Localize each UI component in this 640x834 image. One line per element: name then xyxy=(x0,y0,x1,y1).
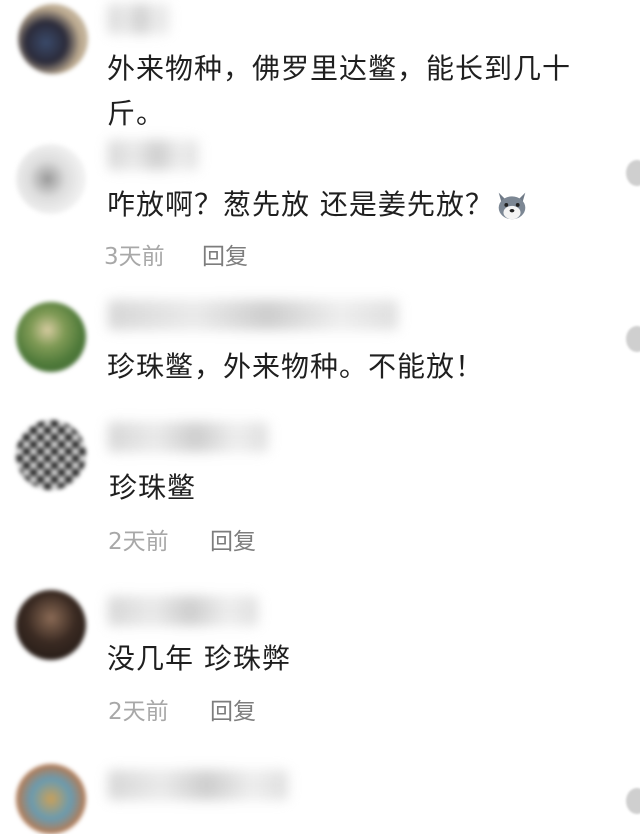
user-avatar[interactable] xyxy=(18,4,88,74)
username-blurred[interactable] xyxy=(108,596,258,626)
comment-time: 2天前 xyxy=(108,699,169,725)
username-blurred[interactable] xyxy=(108,770,288,800)
comment-time: 2天前 xyxy=(108,529,169,555)
username-blurred[interactable] xyxy=(108,4,168,34)
username-blurred[interactable] xyxy=(108,300,398,330)
username-blurred[interactable] xyxy=(108,140,198,170)
dog-face-emoji-icon xyxy=(498,192,526,220)
user-avatar[interactable] xyxy=(16,590,86,660)
comment-item: 没几年 珍珠弊 2天前 回复 xyxy=(0,580,640,750)
comment-text-line-2: 斤。 xyxy=(107,97,166,130)
comment-time: 3天前 xyxy=(104,244,165,270)
user-avatar[interactable] xyxy=(16,144,86,214)
reply-button[interactable]: 回复 xyxy=(202,237,248,271)
comment-text: 外来物种，佛罗里达鳖，能长到几十 xyxy=(107,52,572,85)
comment-item: 外来物种，佛罗里达鳖，能长到几十 斤。 xyxy=(0,0,640,140)
comment-item: 咋放啊？葱先放 还是姜先放？ 3天前 回复 xyxy=(0,140,640,290)
like-icon[interactable] xyxy=(626,160,640,186)
user-avatar[interactable] xyxy=(16,302,86,372)
comment-text: 珍珠鳖 xyxy=(109,471,197,504)
user-avatar[interactable] xyxy=(16,420,86,490)
comment-item: 珍珠鳖 2天前 回复 xyxy=(0,410,640,580)
comment-text: 珍珠鳖，外来物种。不能放！ xyxy=(107,350,485,383)
like-icon[interactable] xyxy=(626,788,640,814)
username-blurred[interactable] xyxy=(108,422,268,452)
like-icon[interactable] xyxy=(626,326,640,352)
reply-button[interactable]: 回复 xyxy=(210,692,256,726)
comment-item: 珍珠鳖，外来物种。不能放！ xyxy=(0,290,640,410)
comment-text: 没几年 珍珠弊 xyxy=(107,642,291,675)
comment-text: 咋放啊？葱先放 还是姜先放？ xyxy=(107,188,494,221)
reply-button[interactable]: 回复 xyxy=(210,522,256,556)
user-avatar[interactable] xyxy=(16,764,86,834)
comment-item xyxy=(0,750,640,834)
